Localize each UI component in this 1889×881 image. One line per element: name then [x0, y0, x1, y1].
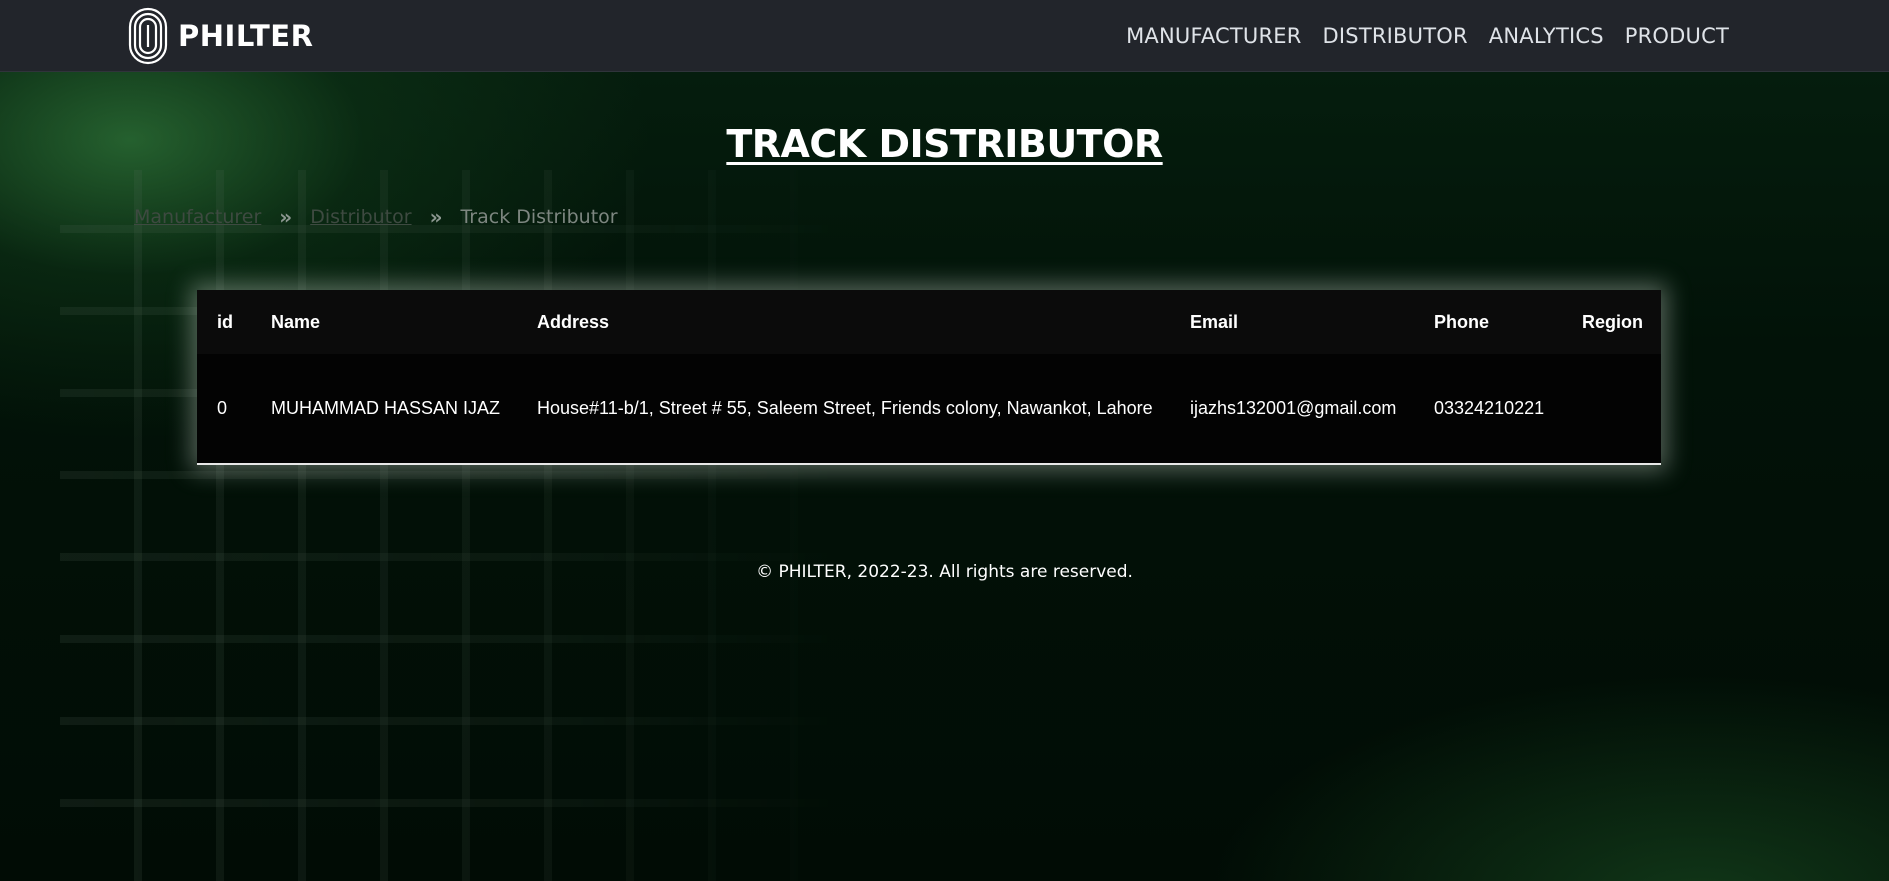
- cell-id: 0: [217, 398, 228, 418]
- column-header-phone: Phone: [1434, 311, 1490, 332]
- table-header-row: id Name Address Email Phone Region: [197, 290, 1661, 354]
- cell-address: House#11-b/1, Street # 55, Saleem Street…: [537, 398, 1153, 418]
- nav-link-product[interactable]: PRODUCT: [1625, 24, 1729, 48]
- double-chevron-right-icon: »: [279, 205, 293, 229]
- breadcrumb: Manufacturer » Distributor » Track Distr…: [134, 204, 618, 230]
- breadcrumb-distributor[interactable]: Distributor: [310, 206, 411, 228]
- table: id Name Address Email Phone Region 0 MUH…: [197, 290, 1661, 465]
- nav-link-distributor[interactable]: DISTRIBUTOR: [1323, 24, 1468, 48]
- nav-link-analytics[interactable]: ANALYTICS: [1489, 24, 1604, 48]
- navbar: PHILTER MANUFACTURER DISTRIBUTOR ANALYTI…: [0, 0, 1889, 72]
- grid-background: [60, 170, 860, 881]
- breadcrumb-current: Track Distributor: [460, 206, 618, 228]
- page-title: TRACK DISTRIBUTOR: [726, 122, 1163, 166]
- table-body: 0 MUHAMMAD HASSAN IJAZ House#11-b/1, Str…: [197, 354, 1661, 464]
- cell-name: MUHAMMAD HASSAN IJAZ: [271, 398, 501, 418]
- table-row[interactable]: 0 MUHAMMAD HASSAN IJAZ House#11-b/1, Str…: [197, 354, 1661, 464]
- nav-links: MANUFACTURER DISTRIBUTOR ANALYTICS PRODU…: [1126, 0, 1729, 72]
- nav-link-manufacturer[interactable]: MANUFACTURER: [1126, 24, 1301, 48]
- distributor-table: id Name Address Email Phone Region 0 MUH…: [197, 290, 1661, 465]
- column-header-region: Region: [1582, 311, 1643, 332]
- cell-email: ijazhs132001@gmail.com: [1190, 398, 1397, 418]
- cell-phone: 03324210221: [1434, 398, 1545, 418]
- double-chevron-right-icon: »: [429, 205, 443, 229]
- column-header-address: Address: [537, 311, 610, 332]
- cell-region: [1562, 354, 1661, 464]
- column-header-name: Name: [271, 311, 321, 332]
- brand-link[interactable]: PHILTER: [128, 6, 313, 66]
- table-header: id Name Address Email Phone Region: [197, 290, 1661, 354]
- footer-copyright: © PHILTER, 2022-23. All rights are reser…: [756, 562, 1133, 582]
- brand-name: PHILTER: [178, 19, 314, 53]
- column-header-id: id: [217, 311, 233, 332]
- page: PHILTER MANUFACTURER DISTRIBUTOR ANALYTI…: [0, 0, 1889, 881]
- breadcrumb-manufacturer[interactable]: Manufacturer: [134, 206, 261, 228]
- fingerprint-icon: [128, 7, 168, 65]
- column-header-email: Email: [1190, 311, 1239, 332]
